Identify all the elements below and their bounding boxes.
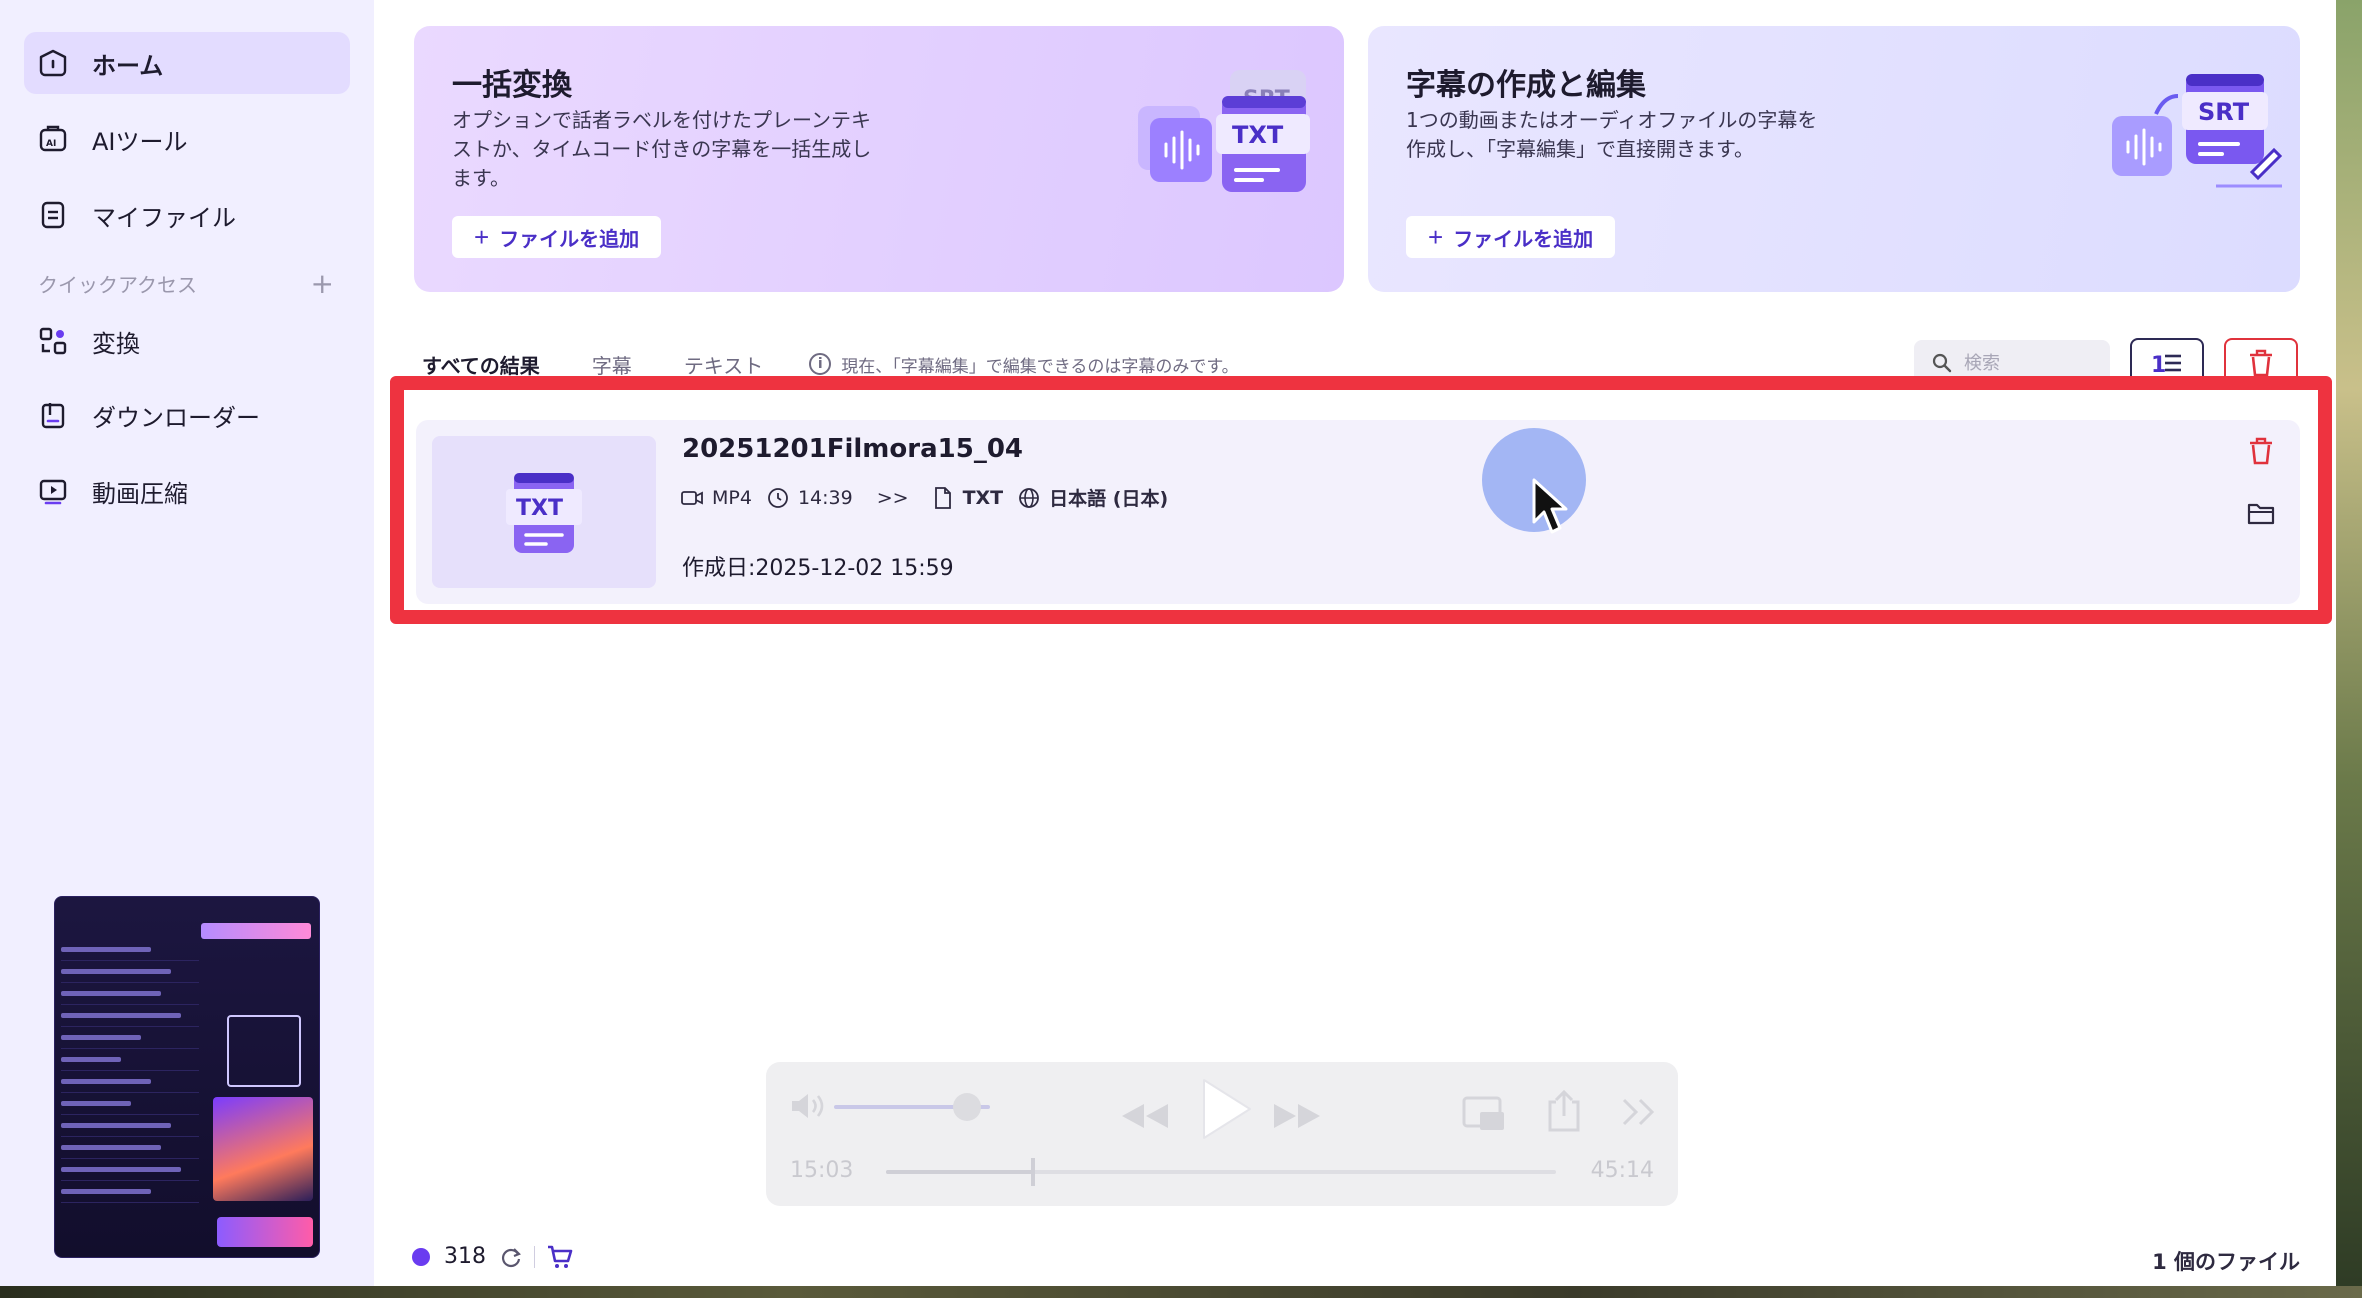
downloader-icon (38, 400, 68, 430)
playback-progress-knob[interactable] (1031, 1158, 1036, 1186)
plus-icon: + (474, 221, 490, 252)
total-time: 45:14 (1590, 1158, 1654, 1183)
convert-icon (38, 326, 68, 356)
home-icon (38, 48, 68, 78)
play-icon[interactable] (1196, 1076, 1256, 1142)
search-icon (1932, 353, 1952, 373)
svg-text:TXT: TXT (1232, 121, 1284, 149)
mouse-cursor-icon (1532, 478, 1568, 534)
svg-text:AI: AI (46, 139, 56, 149)
sidebar: ホーム AI AIツール マイファイル クイックアクセス + 変換 ダウンローダ… (0, 0, 374, 1286)
trash-icon (2250, 349, 2272, 377)
fast-forward-icon[interactable] (1272, 1100, 1322, 1132)
sidebar-item-home[interactable]: ホーム (24, 32, 350, 94)
playback-progress-fill (886, 1170, 1034, 1174)
promo-headline-graphic (201, 923, 311, 939)
picture-in-picture-icon[interactable] (1462, 1094, 1508, 1134)
credit-count: 318 (444, 1244, 486, 1269)
batch-convert-illustration-icon: SRT TXT (1138, 70, 1310, 192)
playback-progress-bar[interactable] (886, 1158, 1556, 1186)
rewind-icon[interactable] (1120, 1100, 1170, 1132)
subtitle-create-title: 字幕の作成と編集 (1406, 68, 1646, 103)
volume-icon[interactable] (788, 1090, 828, 1122)
annotation-highlight-box (390, 376, 2332, 624)
subtitle-create-card: 字幕の作成と編集 1つの動画またはオーディオファイルの字幕を作成し、「字幕編集」… (1368, 26, 2300, 292)
compress-icon (38, 476, 68, 506)
current-time: 15:03 (790, 1158, 854, 1183)
sidebar-item-convert[interactable]: 変換 (24, 310, 350, 372)
quick-access-label: クイックアクセス (38, 272, 197, 297)
info-icon: i (809, 353, 832, 375)
ai-tool-icon: AI (38, 124, 68, 154)
svg-text:SRT: SRT (2198, 98, 2250, 126)
sidebar-item-label: 変換 (92, 329, 140, 358)
promo-buy-button[interactable] (217, 1217, 313, 1247)
desktop-background-bottom (0, 1286, 2362, 1298)
media-player-overlay: 15:03 45:14 (766, 1062, 1678, 1206)
sidebar-item-my-files[interactable]: マイファイル (24, 184, 350, 246)
tab-subtitles[interactable]: 字幕 (592, 350, 632, 379)
svg-text:1: 1 (2151, 353, 2166, 378)
tab-text[interactable]: テキスト (684, 350, 763, 379)
batch-convert-title: 一括変換 (452, 68, 572, 103)
sidebar-item-label: ダウンローダー (92, 403, 260, 432)
info-note: i 現在、「字幕編集」で編集できるのは字幕のみです。 (809, 352, 1239, 377)
search-input[interactable] (1964, 352, 2094, 374)
tab-all-results[interactable]: すべての結果 (422, 350, 540, 379)
more-chevrons-icon[interactable] (1620, 1096, 1658, 1128)
subtitle-illustration-icon: SRT (2112, 74, 2282, 188)
app-window: ホーム AI AIツール マイファイル クイックアクセス + 変換 ダウンローダ… (0, 0, 2336, 1286)
subtitle-create-description: 1つの動画またはオーディオファイルの字幕を作成し、「字幕編集」で直接開きます。 (1406, 108, 1818, 161)
divider (534, 1245, 535, 1268)
add-quick-access-icon[interactable]: + (311, 267, 334, 300)
cart-icon[interactable] (547, 1245, 573, 1269)
subtitle-add-file-button[interactable]: + ファイルを追加 (1406, 216, 1616, 258)
batch-add-file-button[interactable]: + ファイルを追加 (452, 216, 662, 258)
promo-banner[interactable] (54, 896, 320, 1258)
promo-price-graphic (227, 1015, 301, 1087)
plus-icon: + (1428, 221, 1444, 252)
credit-coin-icon (412, 1247, 430, 1266)
sidebar-item-compress[interactable]: 動画圧縮 (24, 460, 350, 522)
status-bar: 318 (412, 1244, 573, 1269)
sidebar-item-label: 動画圧縮 (92, 479, 188, 508)
list-view-icon: 1 (2151, 353, 2181, 378)
batch-convert-description: オプションで話者ラベルを付けたプレーンテキストか、タイムコード付きの字幕を一括生… (452, 108, 872, 190)
promo-image (213, 1097, 313, 1201)
sidebar-item-downloader[interactable]: ダウンローダー (24, 384, 350, 446)
batch-convert-card: 一括変換 オプションで話者ラベルを付けたプレーンテキストか、タイムコード付きの字… (414, 26, 1344, 292)
sidebar-item-label: ホーム (92, 51, 164, 80)
desktop-background (2336, 0, 2362, 1298)
refresh-icon[interactable] (500, 1246, 522, 1268)
file-count: 1 個のファイル (2152, 1250, 2300, 1274)
share-icon[interactable] (1546, 1088, 1582, 1134)
file-icon (38, 200, 68, 230)
volume-slider-knob[interactable] (952, 1093, 981, 1121)
quick-access-header: クイックアクセス + (38, 266, 334, 300)
sidebar-item-label: マイファイル (92, 203, 236, 232)
sidebar-item-label: AIツール (92, 127, 188, 156)
sidebar-item-ai-tools[interactable]: AI AIツール (24, 108, 350, 170)
